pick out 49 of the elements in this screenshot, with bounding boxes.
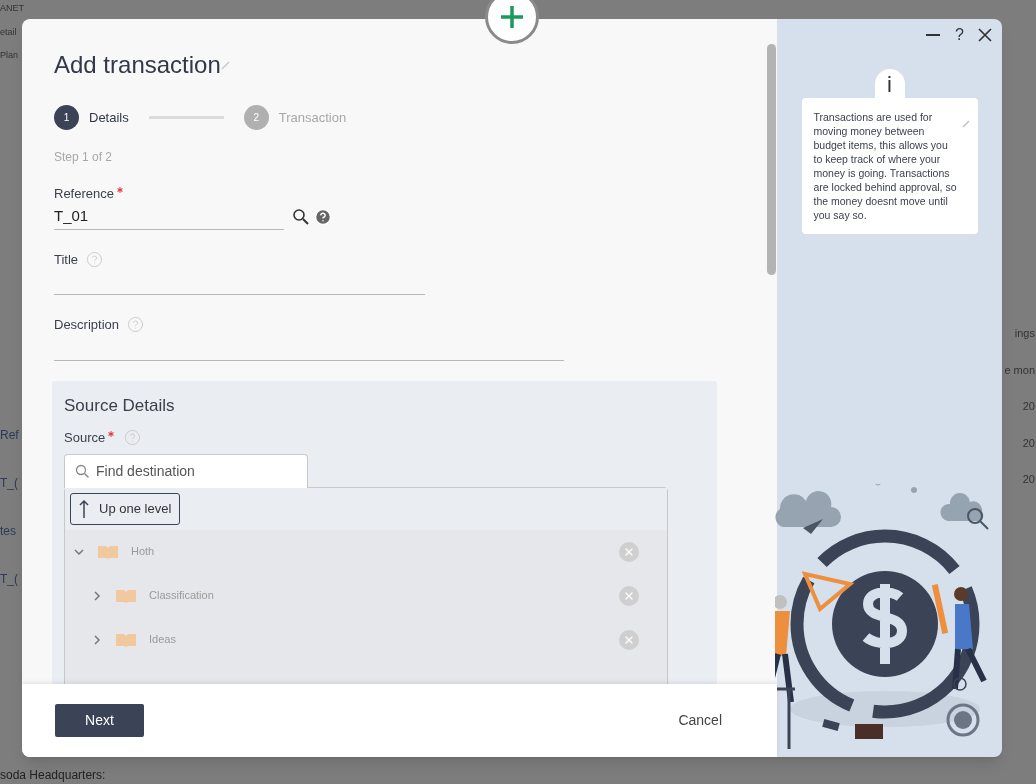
remove-icon[interactable] — [619, 629, 639, 650]
help-text: Transactions are used for moving money between budget items, this allows you to keep track of where your money is going. Transactions are locked behind approval, so the money doesnt move until you say so. — [813, 110, 958, 222]
backdrop-text: 20 — [1022, 399, 1036, 414]
book-icon — [115, 632, 137, 647]
help-button[interactable]: ? — [955, 23, 964, 47]
backdrop-text: 20 — [1022, 472, 1036, 487]
backdrop-text: ANET — [0, 2, 22, 15]
backdrop-text: etail — [0, 25, 18, 39]
search-field[interactable]: Find destination — [64, 453, 308, 488]
field-label: Reference — [54, 185, 114, 203]
cancel-button[interactable]: Cancel — [678, 710, 722, 731]
field-label: Description — [54, 316, 120, 334]
chevron-right-icon[interactable] — [91, 633, 103, 646]
backdrop-text: tes — [0, 522, 17, 540]
search-input[interactable]: Find destination — [96, 460, 297, 482]
pencil-icon[interactable] — [220, 60, 231, 70]
backdrop-text: Plan — [0, 49, 19, 62]
backdrop-text: T_( — [0, 570, 19, 588]
up-one-level-button[interactable]: Up one level — [70, 492, 181, 525]
remove-icon[interactable] — [619, 585, 639, 606]
field-label: Title — [54, 250, 79, 269]
tree-item-label: Ideas — [149, 632, 176, 648]
tree-item-label: Hoth — [131, 544, 155, 560]
section-heading: Source Details — [64, 394, 176, 417]
step-caption: Step 1 of 2 — [54, 149, 114, 166]
remove-icon[interactable] — [619, 541, 639, 562]
backdrop-text: e mon — [1004, 362, 1036, 378]
pencil-icon[interactable] — [961, 120, 970, 128]
search-icon — [75, 463, 90, 479]
info-badge: i — [874, 69, 905, 99]
scrollbar[interactable] — [767, 44, 776, 275]
next-button[interactable]: Next — [55, 704, 144, 737]
step-tab[interactable]: 1 Details — [54, 105, 129, 130]
backdrop-text: T_( — [0, 474, 19, 492]
field-label: Source — [64, 429, 106, 447]
input-field[interactable]: T_01 — [54, 203, 284, 230]
chevron-right-icon[interactable] — [91, 589, 103, 602]
backdrop-text: ings — [1014, 326, 1036, 341]
plus-icon — [500, 5, 524, 29]
backdrop-text: 20 — [1022, 435, 1036, 451]
close-icon[interactable] — [978, 28, 992, 42]
book-icon — [115, 588, 137, 603]
search-icon[interactable] — [292, 207, 310, 226]
backdrop-text: Ref — [0, 426, 20, 444]
dialog-title: Add transaction — [54, 50, 221, 80]
book-icon — [97, 544, 119, 559]
arrow-up-icon — [79, 498, 89, 519]
backdrop-text: soda Headquarters: — [0, 767, 106, 784]
tree-item-label: Classification — [149, 588, 214, 604]
